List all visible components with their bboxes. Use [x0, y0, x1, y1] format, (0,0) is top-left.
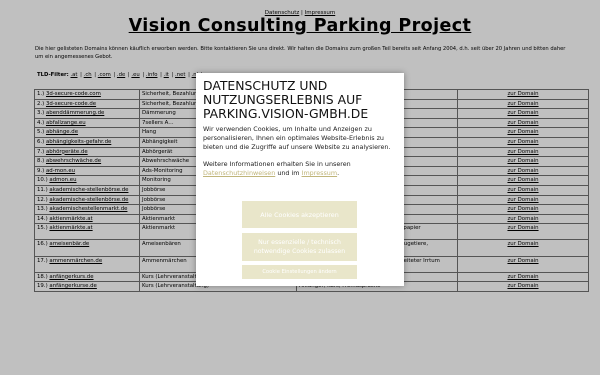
accept-all-cookies-button[interactable]: Alle Cookies akzeptieren [242, 201, 357, 228]
more-info-mid: und im [277, 169, 300, 178]
more-info-suffix: . [337, 169, 340, 178]
cookie-overlay: DATENSCHUTZ UND NUTZUNGSERLEBNIS AUF PAR… [0, 0, 600, 375]
cookie-dialog-title: DATENSCHUTZ UND NUTZUNGSERLEBNIS AUF PAR… [203, 78, 369, 121]
cookie-dialog: DATENSCHUTZ UND NUTZUNGSERLEBNIS AUF PAR… [196, 73, 404, 286]
cookie-settings-button[interactable]: Cookie Einstellungen ändern [242, 265, 357, 279]
cookie-dialog-more-info: Weitere Informationen erhalten Sie in un… [203, 160, 399, 178]
essential-cookies-only-button[interactable]: Nur essenzielle / technisch notwendige C… [242, 233, 357, 261]
cookie-dialog-text: Wir verwenden Cookies, um Inhalte und An… [203, 125, 391, 152]
more-info-prefix: Weitere Informationen erhalten Sie in un… [203, 160, 351, 168]
modal-imprint-link[interactable]: Impressum [302, 169, 338, 177]
privacy-info-link[interactable]: Datenschutzhinweisen [203, 169, 275, 177]
